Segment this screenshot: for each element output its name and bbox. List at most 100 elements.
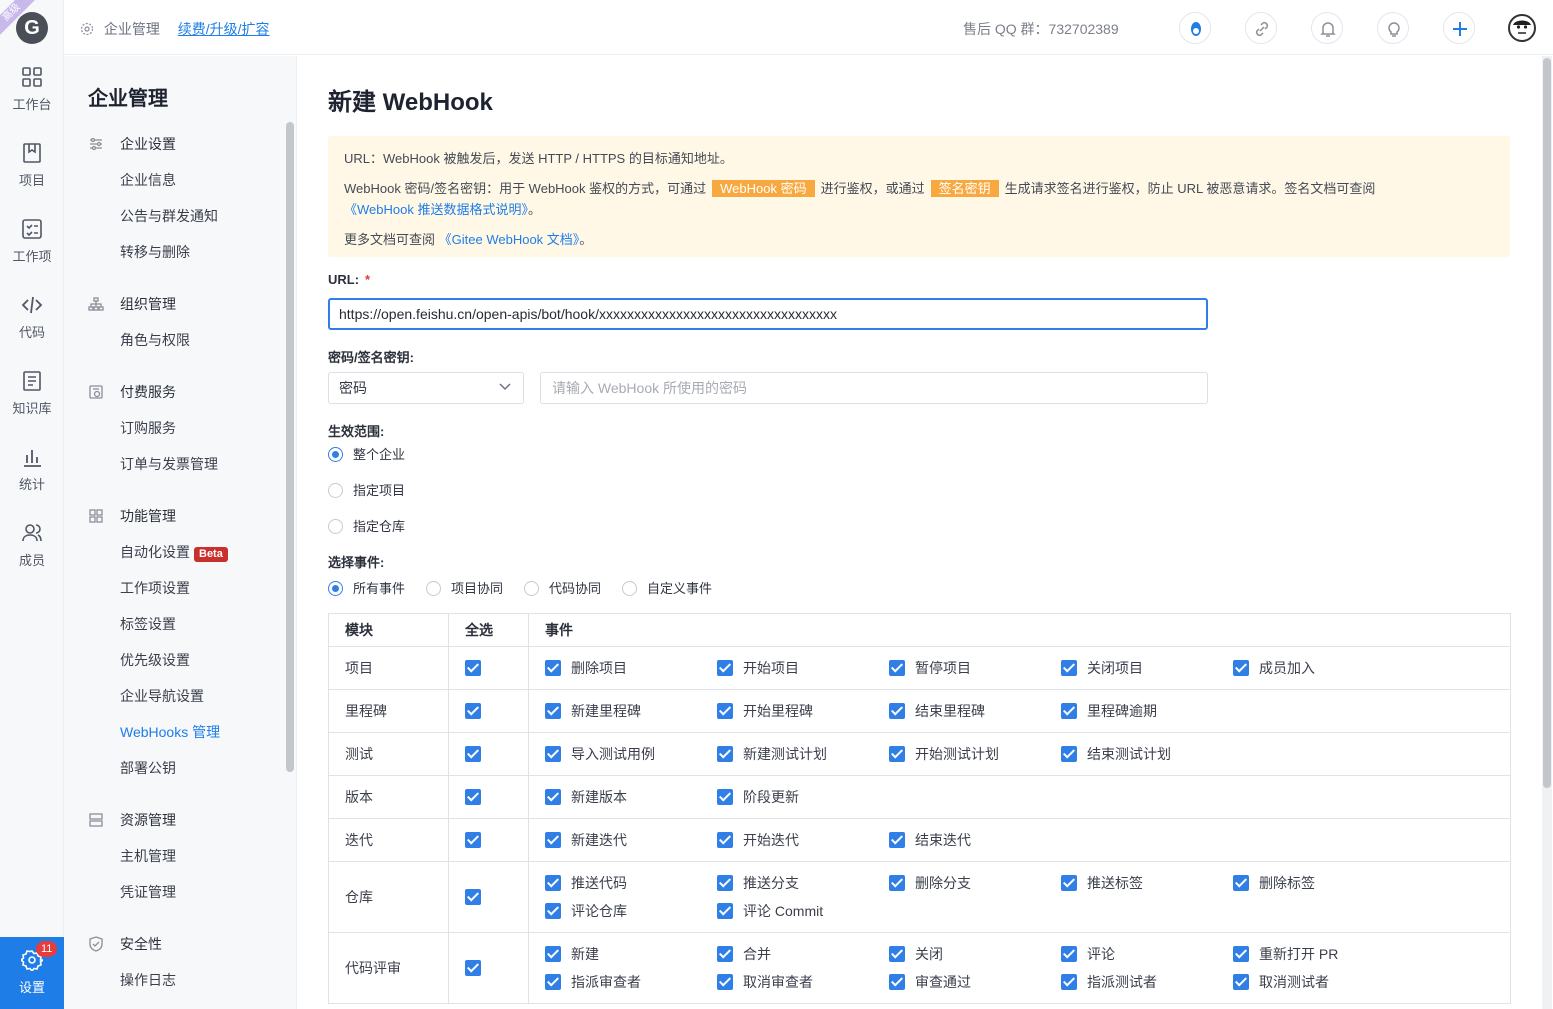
- event-checkbox[interactable]: [889, 746, 905, 762]
- event-checkbox[interactable]: [1233, 660, 1249, 676]
- menu-item-automation[interactable]: 自动化设置 Beta: [120, 542, 228, 562]
- rail-item-projects[interactable]: 项目: [0, 142, 64, 189]
- event-checkbox-item[interactable]: 删除项目: [545, 654, 717, 682]
- secret-type-select[interactable]: 密码: [328, 372, 524, 404]
- event-checkbox[interactable]: [545, 832, 561, 848]
- event-checkbox[interactable]: [1061, 660, 1077, 676]
- scope-radio-repo[interactable]: 指定仓库: [328, 516, 405, 535]
- event-checkbox[interactable]: [545, 875, 561, 891]
- rail-item-workitems[interactable]: 工作项: [0, 218, 64, 265]
- menu-group-resources[interactable]: 资源管理: [88, 810, 176, 830]
- page-scrollbar[interactable]: [1542, 56, 1552, 1009]
- event-checkbox-item[interactable]: 取消审查者: [717, 968, 889, 996]
- event-checkbox[interactable]: [545, 660, 561, 676]
- rail-item-dashboard[interactable]: 工作台: [0, 66, 64, 113]
- event-radio-custom[interactable]: 自定义事件: [622, 578, 712, 597]
- event-checkbox[interactable]: [717, 903, 733, 919]
- rail-item-members[interactable]: 成员: [0, 522, 64, 569]
- select-all-checkbox[interactable]: [465, 703, 481, 719]
- rail-item-settings[interactable]: 设置 11: [0, 937, 64, 1009]
- event-checkbox[interactable]: [717, 832, 733, 848]
- event-checkbox-item[interactable]: 开始里程碑: [717, 697, 889, 725]
- event-checkbox-item[interactable]: 取消测试者: [1233, 968, 1405, 996]
- event-checkbox-item[interactable]: 开始项目: [717, 654, 889, 682]
- event-checkbox[interactable]: [545, 703, 561, 719]
- event-checkbox-item[interactable]: 审查通过: [889, 968, 1061, 996]
- menu-item[interactable]: 操作日志: [120, 970, 176, 990]
- menu-item[interactable]: 转移与删除: [120, 242, 190, 262]
- event-checkbox[interactable]: [889, 875, 905, 891]
- event-checkbox-item[interactable]: 里程碑逾期: [1061, 697, 1233, 725]
- event-checkbox[interactable]: [545, 946, 561, 962]
- event-checkbox-item[interactable]: 新建里程碑: [545, 697, 717, 725]
- event-radio-project[interactable]: 项目协同: [426, 578, 503, 597]
- event-checkbox[interactable]: [717, 660, 733, 676]
- event-checkbox[interactable]: [1061, 974, 1077, 990]
- gitee-logo[interactable]: G: [16, 12, 48, 44]
- event-checkbox[interactable]: [1061, 746, 1077, 762]
- event-checkbox[interactable]: [889, 660, 905, 676]
- menu-item[interactable]: 公告与群发通知: [120, 206, 218, 226]
- event-checkbox-item[interactable]: 推送分支: [717, 869, 889, 897]
- menu-item[interactable]: 角色与权限: [120, 330, 190, 350]
- event-checkbox-item[interactable]: 开始测试计划: [889, 740, 1061, 768]
- event-checkbox[interactable]: [717, 974, 733, 990]
- event-checkbox-item[interactable]: 关闭: [889, 940, 1061, 968]
- event-checkbox-item[interactable]: 评论 Commit: [717, 897, 889, 925]
- doc-link-gitee[interactable]: 《Gitee WebHook 文档》: [439, 232, 580, 247]
- rail-item-code[interactable]: 代码: [0, 294, 64, 341]
- event-checkbox-item[interactable]: 新建: [545, 940, 717, 968]
- scroll-thumb[interactable]: [1543, 58, 1551, 788]
- notifications-button[interactable]: [1311, 12, 1343, 44]
- menu-item[interactable]: 企业导航设置: [120, 686, 204, 706]
- upgrade-link[interactable]: 续费/升级/扩容: [178, 21, 270, 37]
- event-checkbox-item[interactable]: 合并: [717, 940, 889, 968]
- scope-radio-enterprise[interactable]: 整个企业: [328, 444, 405, 463]
- select-all-checkbox[interactable]: [465, 789, 481, 805]
- scope-radio-project[interactable]: 指定项目: [328, 480, 405, 499]
- event-checkbox[interactable]: [717, 703, 733, 719]
- event-checkbox-item[interactable]: 删除标签: [1233, 869, 1405, 897]
- secret-input[interactable]: 请输入 WebHook 所使用的密码: [540, 372, 1208, 404]
- menu-item[interactable]: 优先级设置: [120, 650, 190, 670]
- event-checkbox[interactable]: [1061, 875, 1077, 891]
- event-checkbox[interactable]: [717, 875, 733, 891]
- event-checkbox-item[interactable]: 新建测试计划: [717, 740, 889, 768]
- qq-button[interactable]: [1179, 12, 1211, 44]
- event-checkbox-item[interactable]: 结束迭代: [889, 826, 1061, 854]
- event-checkbox[interactable]: [1233, 875, 1249, 891]
- menu-item[interactable]: 部署公钥: [120, 758, 176, 778]
- event-checkbox-item[interactable]: 新建迭代: [545, 826, 717, 854]
- event-checkbox[interactable]: [545, 974, 561, 990]
- event-checkbox-item[interactable]: 重新打开 PR: [1233, 940, 1405, 968]
- event-checkbox-item[interactable]: 删除分支: [889, 869, 1061, 897]
- event-radio-all[interactable]: 所有事件: [328, 578, 405, 597]
- select-all-checkbox[interactable]: [465, 960, 481, 976]
- menu-item[interactable]: 订购服务: [120, 418, 176, 438]
- rail-item-stats[interactable]: 统计: [0, 446, 64, 493]
- event-checkbox-item[interactable]: 成员加入: [1233, 654, 1405, 682]
- select-all-checkbox[interactable]: [465, 889, 481, 905]
- event-checkbox[interactable]: [889, 832, 905, 848]
- event-checkbox-item[interactable]: 推送标签: [1061, 869, 1233, 897]
- menu-item[interactable]: 标签设置: [120, 614, 176, 634]
- event-checkbox-item[interactable]: 结束测试计划: [1061, 740, 1233, 768]
- select-all-checkbox[interactable]: [465, 746, 481, 762]
- event-radio-code[interactable]: 代码协同: [524, 578, 601, 597]
- rail-item-wiki[interactable]: 知识库: [0, 370, 64, 417]
- menu-group-billing[interactable]: 付费服务: [88, 382, 176, 402]
- event-checkbox[interactable]: [717, 789, 733, 805]
- menu-group-features[interactable]: 功能管理: [88, 506, 176, 526]
- menu-item[interactable]: 订单与发票管理: [120, 454, 218, 474]
- event-checkbox[interactable]: [1233, 974, 1249, 990]
- event-checkbox-item[interactable]: 开始迭代: [717, 826, 889, 854]
- select-all-checkbox[interactable]: [465, 660, 481, 676]
- event-checkbox-item[interactable]: 评论: [1061, 940, 1233, 968]
- event-checkbox-item[interactable]: 评论仓库: [545, 897, 717, 925]
- menu-group-security[interactable]: 安全性: [88, 934, 162, 954]
- event-checkbox[interactable]: [545, 903, 561, 919]
- tips-button[interactable]: [1377, 12, 1409, 44]
- event-checkbox[interactable]: [717, 946, 733, 962]
- select-all-checkbox[interactable]: [465, 832, 481, 848]
- menu-scrollbar[interactable]: [286, 122, 294, 772]
